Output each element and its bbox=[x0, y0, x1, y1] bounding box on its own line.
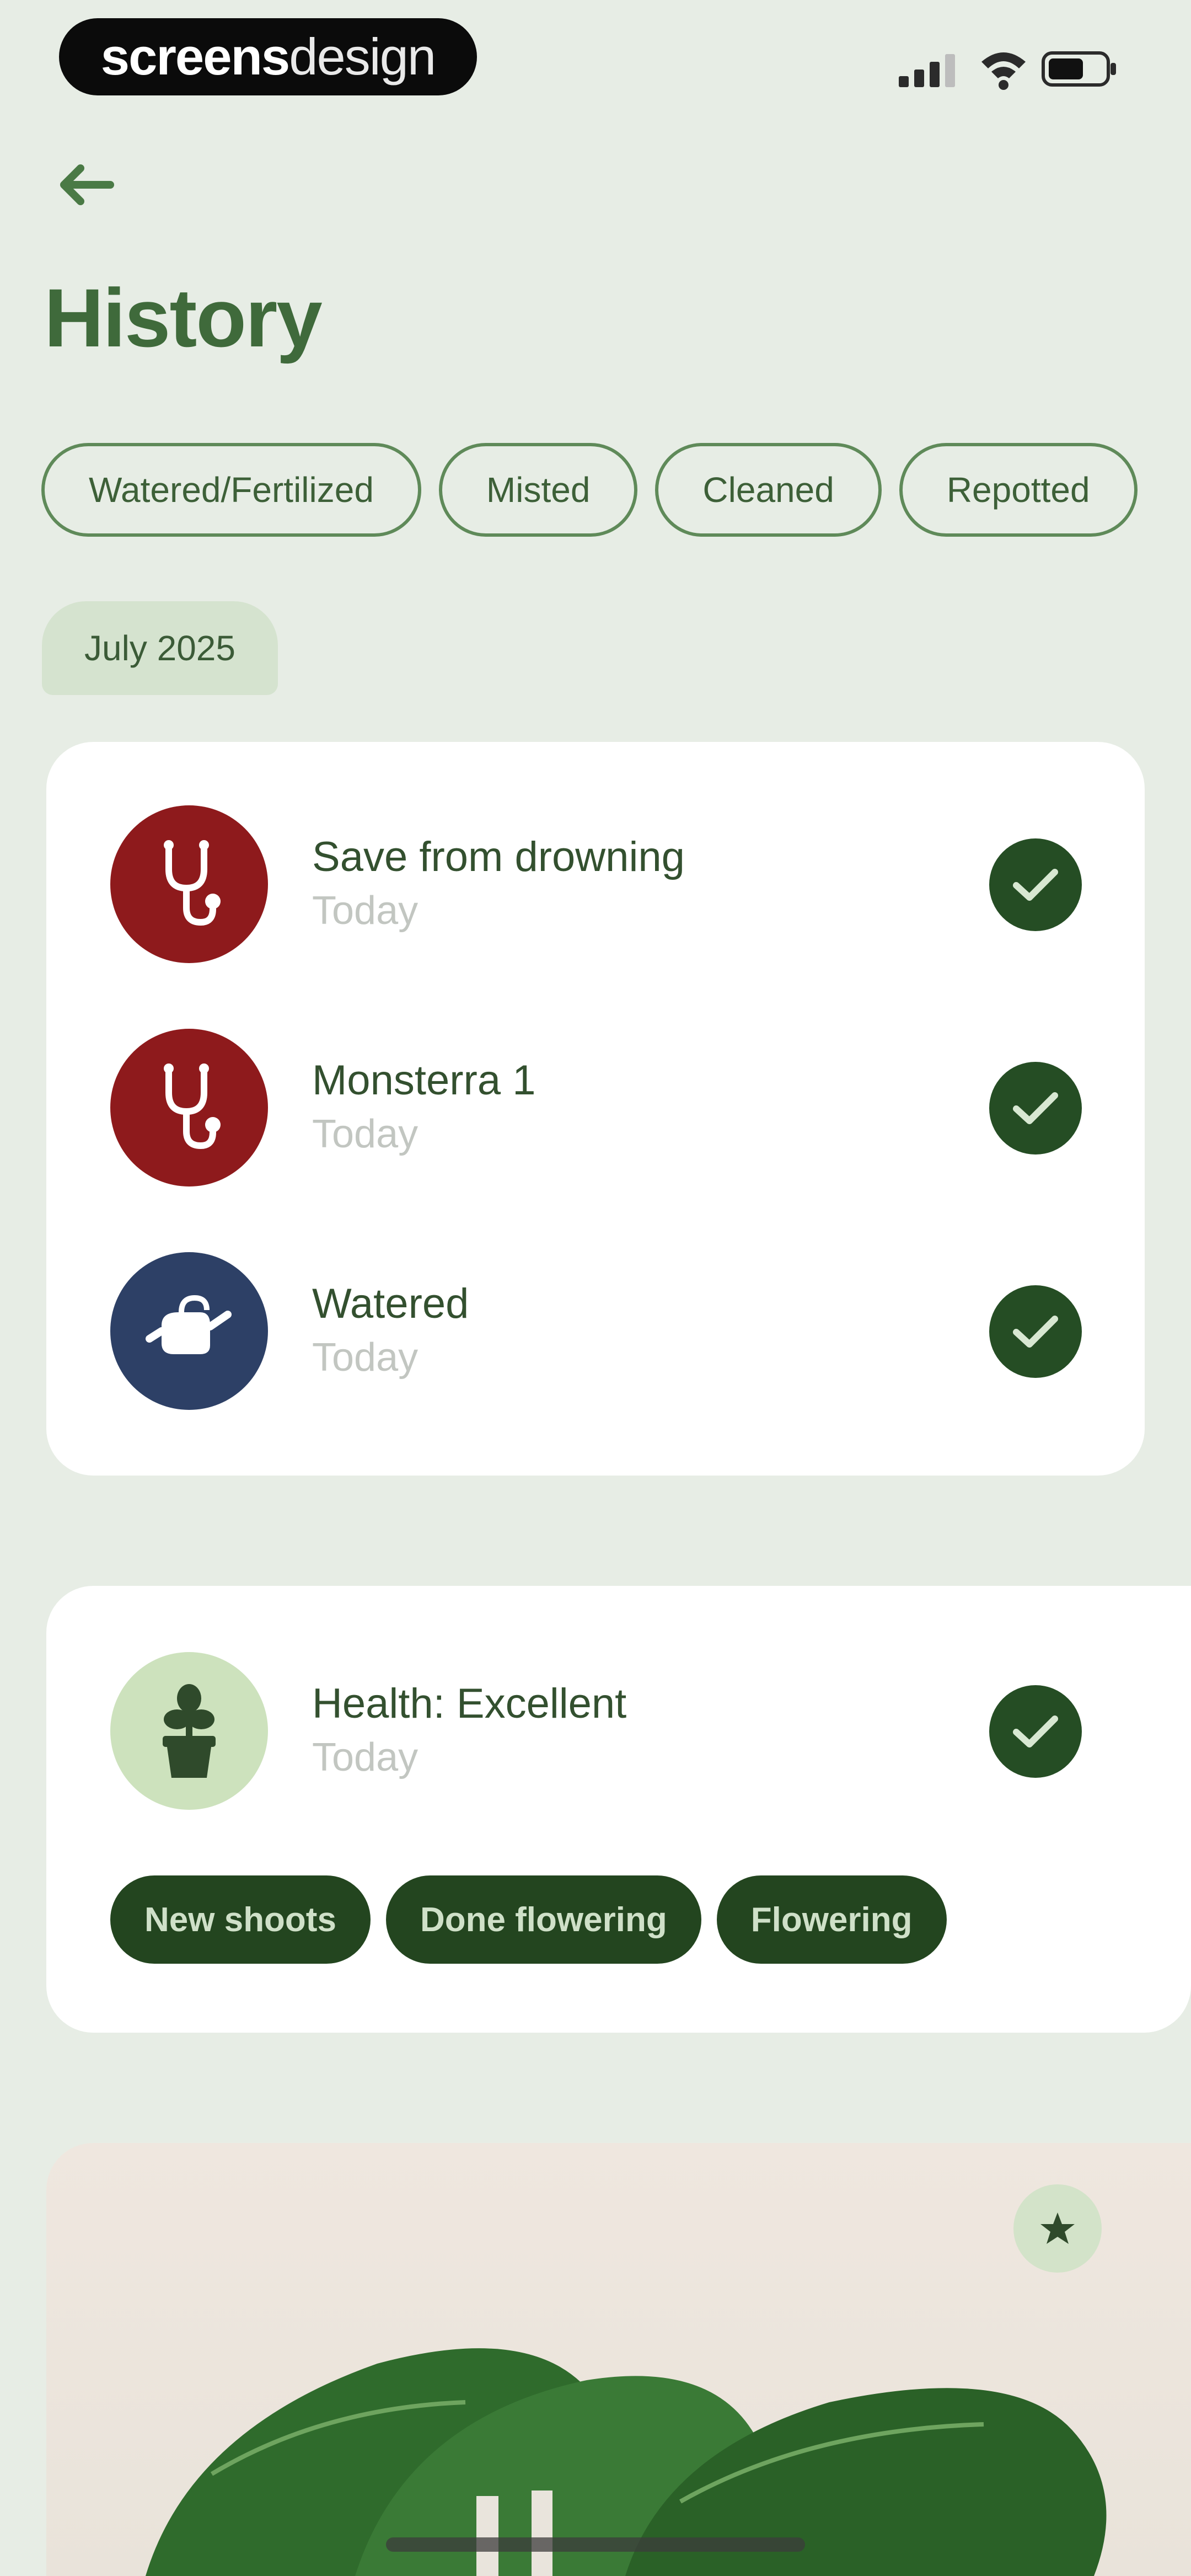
filter-chip-cleaned[interactable]: Cleaned bbox=[655, 443, 882, 537]
battery-icon bbox=[1042, 51, 1116, 87]
filter-chip-misted[interactable]: Misted bbox=[438, 443, 638, 537]
stethoscope-icon bbox=[164, 1063, 221, 1150]
activity-date: Today bbox=[312, 1335, 419, 1380]
activity-title: Monsterra 1 bbox=[312, 1057, 536, 1104]
filter-chips: Watered/Fertilized Misted Cleaned Repott… bbox=[41, 443, 1191, 541]
tag-done-flowering[interactable]: Done flowering bbox=[385, 1875, 701, 1964]
watering-can-icon bbox=[146, 1295, 232, 1354]
activity-avatar bbox=[110, 805, 268, 963]
wifi-icon bbox=[981, 52, 1026, 90]
activity-card: Save from drowning Today Monsterra 1 Tod… bbox=[46, 742, 1145, 1476]
activity-title: Save from drowning bbox=[312, 833, 685, 880]
status-icons bbox=[899, 51, 1116, 90]
brand-logo: screens design bbox=[59, 18, 477, 95]
brand-bold: screens bbox=[100, 28, 290, 85]
star-icon bbox=[1040, 2212, 1075, 2244]
health-card: Health: Excellent Today New shoots Done … bbox=[46, 1586, 1191, 2033]
activity-date: Today bbox=[312, 1112, 419, 1156]
check-icon[interactable] bbox=[989, 1685, 1082, 1778]
check-icon[interactable] bbox=[989, 1062, 1082, 1155]
list-item[interactable]: Monsterra 1 Today bbox=[46, 1029, 1145, 1194]
activity-title: Watered bbox=[312, 1280, 469, 1327]
potted-plant-icon bbox=[163, 1684, 216, 1778]
favorite-button[interactable] bbox=[1013, 2184, 1102, 2273]
filter-chip-repotted[interactable]: Repotted bbox=[899, 443, 1138, 537]
health-tags: New shoots Done flowering Flowering bbox=[110, 1875, 947, 1964]
filter-chip-watered-fertilized[interactable]: Watered/Fertilized bbox=[41, 443, 421, 537]
health-title: Health: Excellent bbox=[312, 1680, 627, 1727]
activity-avatar bbox=[110, 1252, 268, 1410]
activity-avatar bbox=[110, 1029, 268, 1187]
tag-flowering[interactable]: Flowering bbox=[716, 1875, 947, 1964]
health-row[interactable]: Health: Excellent Today bbox=[46, 1652, 1191, 1818]
activity-date: Today bbox=[312, 889, 419, 933]
health-date: Today bbox=[312, 1735, 419, 1779]
arrow-left-icon bbox=[60, 164, 114, 205]
back-button[interactable] bbox=[50, 149, 121, 221]
signal-icon bbox=[899, 54, 955, 87]
list-item[interactable]: Watered Today bbox=[46, 1252, 1145, 1418]
health-avatar bbox=[110, 1652, 268, 1810]
tag-new-shoots[interactable]: New shoots bbox=[110, 1875, 371, 1964]
check-icon[interactable] bbox=[989, 838, 1082, 931]
month-badge: July 2025 bbox=[42, 601, 278, 695]
page-title: History bbox=[44, 271, 323, 364]
check-icon[interactable] bbox=[989, 1285, 1082, 1378]
brand-light: design bbox=[289, 28, 436, 85]
stethoscope-icon bbox=[164, 840, 221, 926]
list-item[interactable]: Save from drowning Today bbox=[46, 805, 1145, 971]
home-indicator[interactable] bbox=[386, 2537, 805, 2552]
